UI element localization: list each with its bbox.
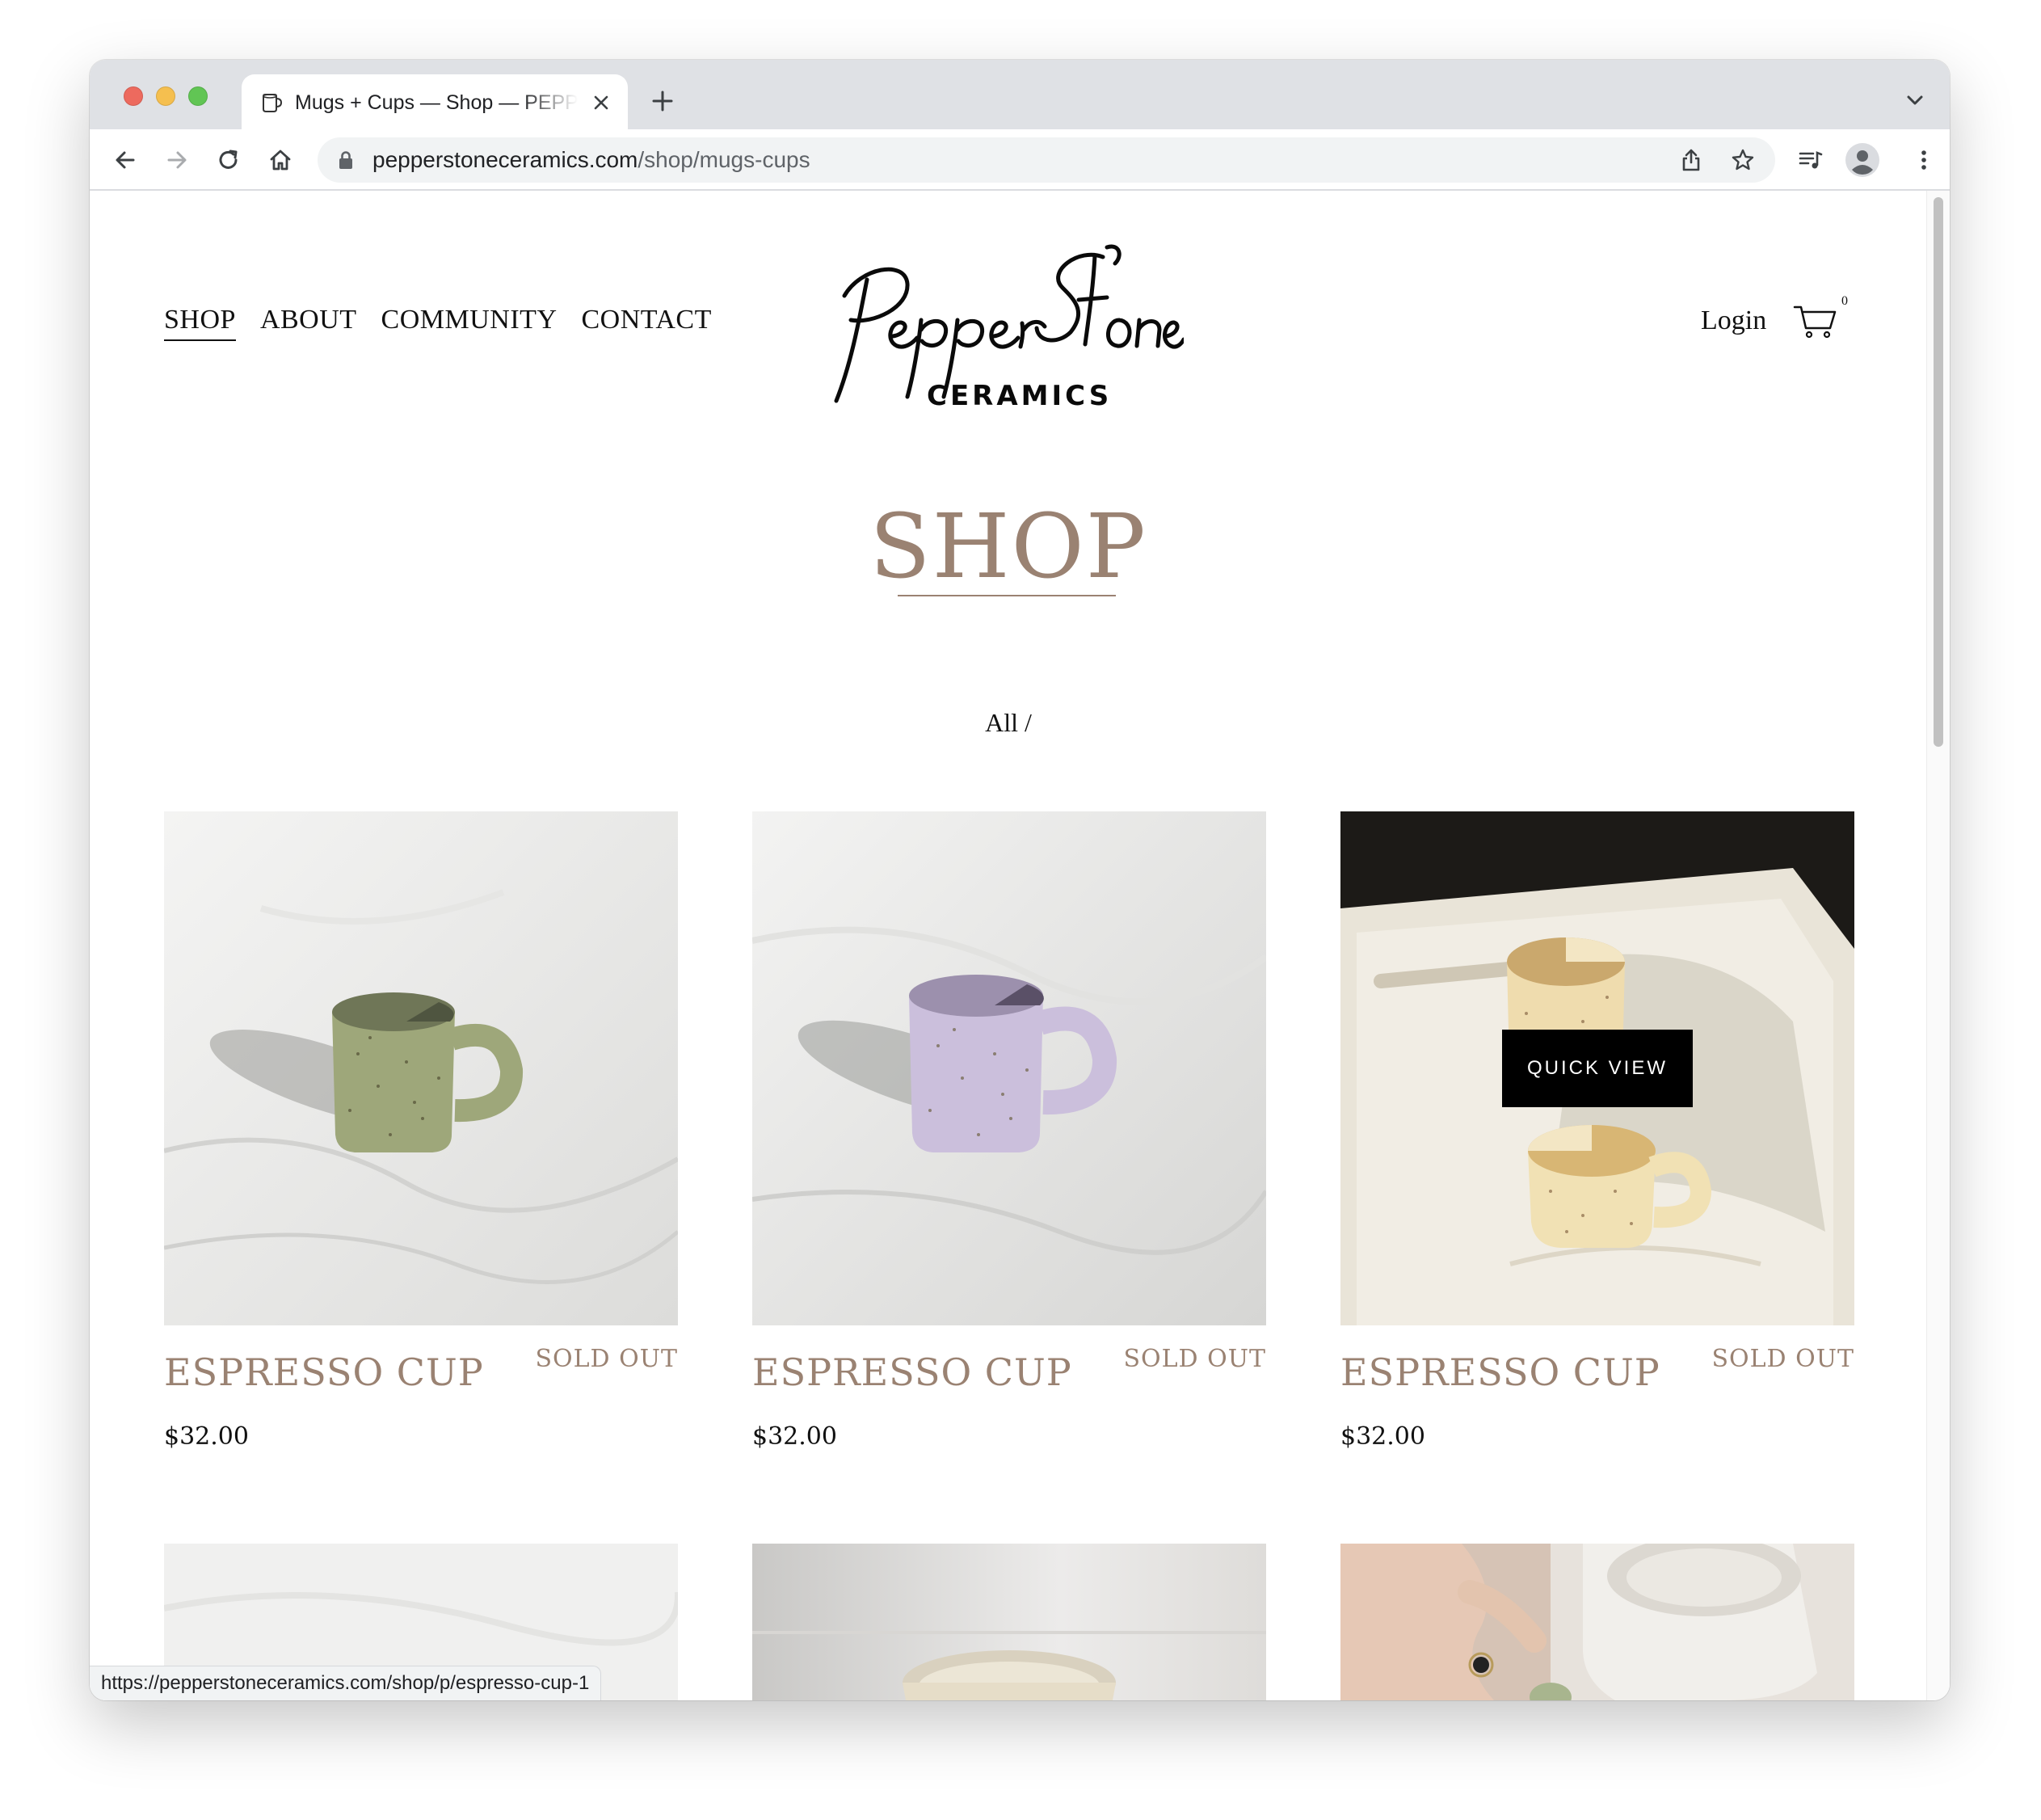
- url-path: /shop/mugs-cups: [638, 147, 810, 172]
- product-name[interactable]: ESPRESSO CUP: [752, 1350, 1072, 1395]
- cart-icon[interactable]: [1793, 302, 1838, 339]
- tab-title: Mugs + Cups — Shop — PEPPERSTONE CERAMIC…: [295, 91, 578, 114]
- media-queue-icon[interactable]: [1798, 147, 1824, 173]
- sold-out-label: SOLD OUT: [535, 1345, 678, 1373]
- page-scrollbar[interactable]: [1926, 191, 1950, 1700]
- product-card[interactable]: ESPRESSO CUP SOLD OUT $32.00: [752, 811, 1266, 1474]
- address-bar[interactable]: pepperstoneceramics.com/shop/mugs-cups: [318, 137, 1775, 183]
- browser-toolbar: pepperstoneceramics.com/shop/mugs-cups: [90, 129, 1950, 191]
- quick-view-button[interactable]: QUICK VIEW: [1502, 1030, 1693, 1107]
- nav-contact[interactable]: CONTACT: [582, 304, 712, 341]
- page-title: SHOP: [869, 495, 1147, 598]
- page-viewport: SHOP ABOUT COMMUNITY CONTACT CERAMICS Lo…: [90, 191, 1950, 1700]
- url-text[interactable]: pepperstoneceramics.com/shop/mugs-cups: [372, 147, 810, 173]
- new-tab-icon[interactable]: [650, 89, 675, 113]
- lock-icon[interactable]: [337, 150, 355, 170]
- product-price: $32.00: [1340, 1422, 1425, 1451]
- scrollbar-thumb[interactable]: [1934, 197, 1943, 747]
- close-window-button[interactable]: [124, 86, 143, 106]
- product-name[interactable]: ESPRESSO CUP: [164, 1350, 484, 1395]
- link-status-bar: https://pepperstoneceramics.com/shop/p/e…: [90, 1666, 602, 1700]
- product-card[interactable]: [1340, 1544, 1854, 1700]
- product-image[interactable]: [164, 811, 678, 1325]
- url-host: pepperstoneceramics.com: [372, 147, 638, 172]
- product-image[interactable]: [752, 811, 1266, 1325]
- mug-favicon-icon: [263, 94, 283, 112]
- zoom-window-button[interactable]: [188, 86, 208, 106]
- tab-strip: Mugs + Cups — Shop — PEPPERSTONE CERAMIC…: [90, 60, 1950, 129]
- sold-out-label: SOLD OUT: [1123, 1345, 1266, 1373]
- product-card[interactable]: [752, 1544, 1266, 1700]
- minimize-window-button[interactable]: [156, 86, 175, 106]
- close-tab-icon[interactable]: [591, 92, 612, 113]
- bookmark-star-icon[interactable]: [1730, 147, 1756, 173]
- cart-count-badge: 0: [1841, 294, 1848, 308]
- main-nav: SHOP ABOUT COMMUNITY CONTACT: [164, 304, 712, 341]
- logo-subtitle: CERAMICS: [927, 380, 1112, 412]
- title-underline: [898, 595, 1116, 596]
- nav-about[interactable]: ABOUT: [260, 304, 357, 341]
- browser-tab[interactable]: Mugs + Cups — Shop — PEPPERSTONE CERAMIC…: [242, 74, 628, 129]
- product-card[interactable]: ESPRESSO CUP SOLD OUT $32.00: [164, 811, 678, 1474]
- sold-out-label: SOLD OUT: [1711, 1345, 1854, 1373]
- reload-icon[interactable]: [216, 147, 242, 173]
- tab-search-chevron-icon[interactable]: [1904, 92, 1925, 108]
- product-image[interactable]: QUICK VIEW: [1340, 811, 1854, 1325]
- profile-avatar-icon[interactable]: [1845, 142, 1880, 178]
- forward-arrow-icon[interactable]: [164, 147, 190, 173]
- nav-shop[interactable]: SHOP: [164, 304, 236, 341]
- back-arrow-icon[interactable]: [112, 147, 138, 173]
- more-menu-icon[interactable]: [1911, 147, 1937, 173]
- product-price: $32.00: [164, 1422, 249, 1451]
- product-name[interactable]: ESPRESSO CUP: [1340, 1350, 1660, 1395]
- product-image[interactable]: [1340, 1544, 1854, 1700]
- product-price: $32.00: [752, 1422, 837, 1451]
- pepperstone-logo[interactable]: CERAMICS: [828, 239, 1184, 417]
- product-card[interactable]: QUICK VIEW ESPRESSO CUP SOLD OUT $32.00: [1340, 811, 1854, 1474]
- login-link[interactable]: Login: [1701, 305, 1766, 337]
- product-image[interactable]: [752, 1544, 1266, 1700]
- browser-window: Mugs + Cups — Shop — PEPPERSTONE CERAMIC…: [90, 60, 1950, 1700]
- nav-community[interactable]: COMMUNITY: [381, 304, 558, 341]
- category-filter[interactable]: All /: [90, 708, 1927, 738]
- share-icon[interactable]: [1678, 147, 1704, 173]
- home-icon[interactable]: [267, 147, 293, 173]
